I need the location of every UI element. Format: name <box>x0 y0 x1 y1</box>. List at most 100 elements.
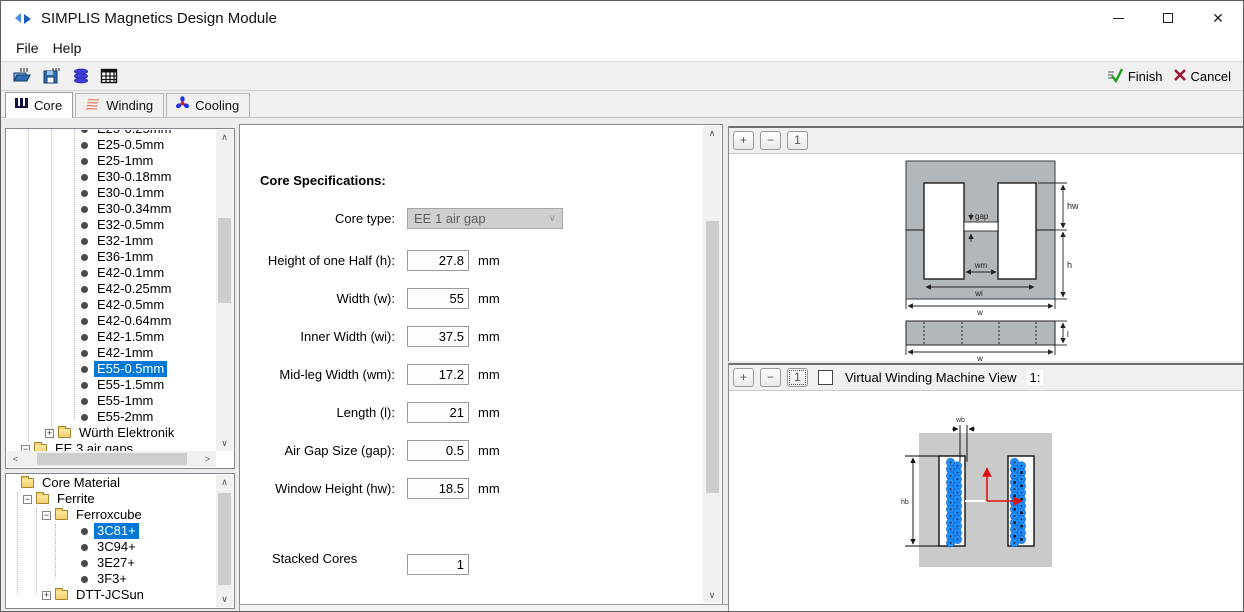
stacked-cores-input[interactable] <box>407 554 469 575</box>
scroll-right-icon[interactable]: > <box>199 452 216 467</box>
collapse-minus-icon[interactable]: − <box>42 511 51 520</box>
dimension-input-4[interactable] <box>407 402 469 423</box>
tree-item[interactable]: E32-0.5mm <box>7 217 215 233</box>
tree-item[interactable]: E42-0.5mm <box>7 297 215 313</box>
dot-icon <box>81 560 88 567</box>
tree-item[interactable]: E30-0.18mm <box>7 169 215 185</box>
tree-item[interactable]: 3C81+ <box>7 523 215 539</box>
collapse-minus-icon[interactable]: − <box>23 495 32 504</box>
dimension-input-6[interactable] <box>407 478 469 499</box>
tree-item[interactable]: E30-0.1mm <box>7 185 215 201</box>
core-type-select[interactable]: EE 1 air gap ∨ <box>407 208 563 229</box>
scroll-down-icon[interactable]: ∨ <box>703 588 721 603</box>
dot-icon <box>81 528 88 535</box>
tree-item[interactable]: E36-1mm <box>7 249 215 265</box>
tree-item[interactable]: 3E27+ <box>7 555 215 571</box>
save-design-icon[interactable] <box>42 67 62 85</box>
scroll-down-icon[interactable]: ∨ <box>216 592 233 607</box>
tree-item[interactable]: E42-1.5mm <box>7 329 215 345</box>
tree-item-label: E55-0.5mm <box>94 361 167 377</box>
tree-item-label: E42-0.1mm <box>94 265 167 281</box>
field-label: Height of one Half (h): <box>260 253 395 268</box>
tree-item-label: 3E27+ <box>94 555 138 571</box>
field-label: Length (l): <box>260 405 395 420</box>
tree-item[interactable]: +Würth Elektronik <box>7 425 215 441</box>
core-size-tree: E25-0.25mmE25-0.5mmE25-1mmE30-0.18mmE30-… <box>5 128 235 469</box>
tree-item[interactable]: E55-0.5mm <box>7 361 215 377</box>
database-icon[interactable] <box>72 67 90 85</box>
scroll-up-icon[interactable]: ∧ <box>703 126 721 141</box>
minimize-icon <box>1113 18 1124 19</box>
tree-item[interactable]: E55-1mm <box>7 393 215 409</box>
tree-item-label: E55-2mm <box>94 409 156 425</box>
expand-plus-icon[interactable]: + <box>45 429 54 438</box>
maximize-button[interactable] <box>1143 1 1193 35</box>
tree-item[interactable]: 3C94+ <box>7 539 215 555</box>
dimension-input-2[interactable] <box>407 326 469 347</box>
scroll-down-icon[interactable]: ∨ <box>216 436 233 451</box>
tree-item[interactable]: E42-0.64mm <box>7 313 215 329</box>
zoom-in-button[interactable]: + <box>733 368 754 387</box>
tab-core[interactable]: Core <box>5 92 73 118</box>
tree-item[interactable]: E42-0.25mm <box>7 281 215 297</box>
scrollbar-thumb[interactable] <box>218 493 231 585</box>
close-button[interactable]: ✕ <box>1193 1 1243 35</box>
zoom-out-button[interactable]: − <box>760 368 781 387</box>
field-unit: mm <box>478 291 500 306</box>
minimize-button[interactable] <box>1093 1 1143 35</box>
scrollbar-thumb[interactable] <box>218 218 231 303</box>
tree-item[interactable]: +DTT-JCSun <box>7 587 215 603</box>
tree-item[interactable]: E25-0.25mm <box>7 130 215 137</box>
scrollbar-thumb[interactable] <box>37 453 187 465</box>
table-icon[interactable] <box>100 67 118 85</box>
tree-item-label: E42-0.5mm <box>94 297 167 313</box>
winding-view-index[interactable]: 1: <box>1027 370 1044 385</box>
menu-file[interactable]: File <box>9 38 46 58</box>
winding-toolbar: + − 1 Virtual Winding Machine View 1: <box>729 365 1244 391</box>
vertical-scrollbar[interactable]: ∧ ∨ <box>216 130 233 451</box>
tree-item[interactable]: E25-0.5mm <box>7 137 215 153</box>
svg-text:w: w <box>976 354 983 362</box>
scroll-up-icon[interactable]: ∧ <box>216 475 233 490</box>
winding-view-checkbox[interactable] <box>818 370 833 385</box>
tree-item[interactable]: E32-1mm <box>7 233 215 249</box>
scrollbar-thumb[interactable] <box>706 221 719 493</box>
svg-text:wm: wm <box>974 261 988 270</box>
dimension-input-1[interactable] <box>407 288 469 309</box>
scroll-up-icon[interactable]: ∧ <box>216 130 233 145</box>
dimension-input-0[interactable] <box>407 250 469 271</box>
cancel-button[interactable]: Cancel <box>1173 68 1231 85</box>
menu-bar: File Help <box>1 35 1243 61</box>
tree-item[interactable]: Core Material <box>7 475 215 491</box>
tree-item[interactable]: −EE 3 air gaps <box>7 441 215 451</box>
tree-item-label: E55-1mm <box>94 393 156 409</box>
core-diagram-panel: + − 1 <box>728 126 1244 361</box>
tree-item[interactable]: E55-2mm <box>7 409 215 425</box>
tree-item[interactable]: E25-1mm <box>7 153 215 169</box>
tree-item[interactable]: −Ferroxcube <box>7 507 215 523</box>
toolbar: Finish Cancel <box>1 61 1243 91</box>
zoom-out-button[interactable]: − <box>760 131 781 150</box>
tree-item[interactable]: E30-0.34mm <box>7 201 215 217</box>
scroll-left-icon[interactable]: < <box>7 452 24 467</box>
vertical-scrollbar[interactable]: ∧ ∨ <box>216 475 233 607</box>
tree-item[interactable]: 3F3+ <box>7 571 215 587</box>
vertical-scrollbar[interactable]: ∧ ∨ <box>703 126 721 603</box>
finish-button[interactable]: Finish <box>1107 67 1163 86</box>
zoom-reset-button[interactable]: 1 <box>787 131 808 150</box>
tree-item[interactable]: E55-1.5mm <box>7 377 215 393</box>
expand-plus-icon[interactable]: + <box>42 591 51 600</box>
zoom-reset-button[interactable]: 1 <box>787 368 808 387</box>
tree-item-label: E30-0.1mm <box>94 185 167 201</box>
tree-item[interactable]: −Ferrite <box>7 491 215 507</box>
open-design-icon[interactable] <box>12 67 32 85</box>
horizontal-scrollbar[interactable]: < > <box>7 451 216 467</box>
tab-winding[interactable]: Winding <box>75 93 164 117</box>
dimension-input-3[interactable] <box>407 364 469 385</box>
zoom-in-button[interactable]: + <box>733 131 754 150</box>
menu-help[interactable]: Help <box>46 38 89 58</box>
tab-cooling[interactable]: Cooling <box>166 93 250 117</box>
tree-item[interactable]: E42-0.1mm <box>7 265 215 281</box>
dimension-input-5[interactable] <box>407 440 469 461</box>
tree-item[interactable]: E42-1mm <box>7 345 215 361</box>
